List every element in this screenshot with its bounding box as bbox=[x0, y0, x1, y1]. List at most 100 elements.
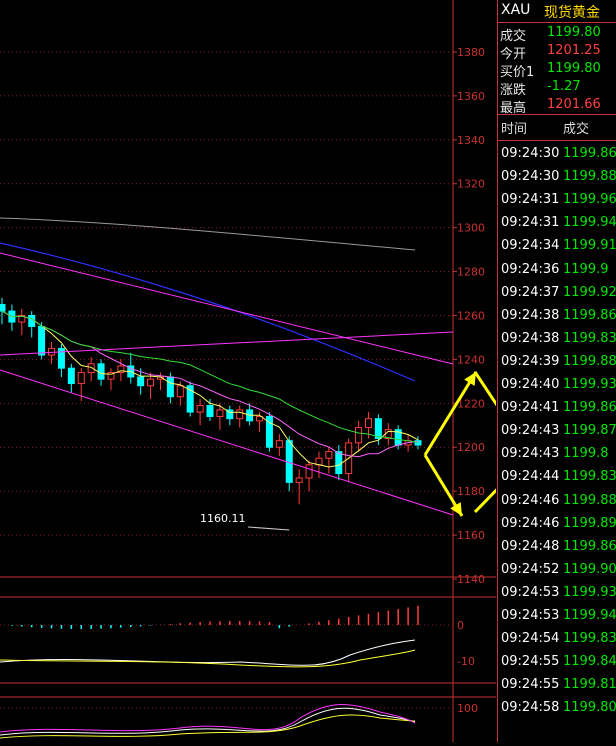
candle-body bbox=[28, 314, 36, 327]
tick-row[interactable]: 09:24:44 1199.83 bbox=[498, 465, 616, 488]
candle-body bbox=[176, 385, 184, 398]
trend-line bbox=[0, 369, 454, 516]
tick-row[interactable]: 09:24:54 1199.83 bbox=[498, 627, 616, 650]
symbol-code: XAU bbox=[501, 2, 531, 18]
tick-time: 09:24:38 bbox=[501, 330, 560, 346]
candle-body bbox=[355, 426, 363, 444]
tick-price: 1199.86 bbox=[563, 146, 616, 161]
tick-row[interactable]: 09:24:34 1199.91 bbox=[498, 234, 616, 257]
tick-row[interactable]: 09:24:46 1199.88 bbox=[498, 489, 616, 512]
tick-row[interactable]: 09:24:55 1199.84 bbox=[498, 650, 616, 673]
tick-time: 09:24:55 bbox=[501, 654, 560, 670]
candle-body bbox=[196, 405, 204, 413]
y-tick-label: 1220 bbox=[457, 397, 485, 410]
tick-price: 1199.91 bbox=[563, 238, 616, 254]
tick-row[interactable]: 09:24:31 1199.96 bbox=[498, 188, 616, 211]
tick-row[interactable]: 09:24:38 1199.86 bbox=[498, 304, 616, 327]
tick-row[interactable]: 09:24:55 1199.81 bbox=[498, 673, 616, 696]
candlestick-chart[interactable]: 1380 1360 1340 1320 1300 1280 1260 1240 1220 1200… bbox=[0, 0, 592, 742]
tick-price: 1199.81 bbox=[563, 677, 616, 693]
tick-price: 1199.93 bbox=[563, 377, 616, 392]
macd-axis-label: 0 bbox=[457, 619, 464, 632]
tick-time: 09:24:31 bbox=[501, 192, 560, 208]
tick-row[interactable]: 09:24:40 1199.93 bbox=[498, 373, 616, 396]
tick-time: 09:24:43 bbox=[501, 423, 560, 439]
ma-line bbox=[1, 310, 419, 468]
candle-body bbox=[166, 376, 174, 398]
kdj-k bbox=[0, 707, 416, 736]
tick-row[interactable]: 09:24:30 1199.86 bbox=[498, 142, 616, 165]
chart-canvas: 1380 1360 1340 1320 1300 1280 1260 1240 1220 1200… bbox=[0, 0, 592, 742]
tick-time: 09:24:44 bbox=[501, 469, 560, 485]
tick-time: 09:24:30 bbox=[501, 169, 560, 185]
quote-row: 最高 1201.66 bbox=[498, 96, 616, 116]
quote-value: 1199.80 bbox=[547, 25, 601, 40]
y-tick-label: 1260 bbox=[457, 309, 485, 322]
tick-row[interactable]: 09:24:43 1199.8 bbox=[498, 442, 616, 465]
tick-row[interactable]: 09:24:52 1199.90 bbox=[498, 558, 616, 581]
tick-time: 09:24:38 bbox=[501, 307, 560, 323]
quote-value: -1.27 bbox=[547, 79, 581, 94]
y-tick-label: 1340 bbox=[457, 134, 485, 147]
tick-price: 1199.90 bbox=[563, 561, 616, 577]
quote-value: 1201.66 bbox=[547, 97, 601, 112]
y-tick-label: 1160 bbox=[457, 529, 485, 542]
candle-body bbox=[295, 477, 303, 483]
tick-time: 09:24:40 bbox=[501, 377, 560, 392]
quote-row: 今开 1201.25 bbox=[498, 42, 616, 62]
tick-row[interactable]: 09:24:36 1199.9 bbox=[498, 258, 616, 281]
tick-row[interactable]: 09:24:31 1199.94 bbox=[498, 211, 616, 234]
tick-time: 09:24:36 bbox=[501, 261, 560, 277]
tick-row[interactable]: 09:24:37 1199.92 bbox=[498, 281, 616, 304]
tick-price: 1199.86 bbox=[563, 400, 616, 416]
divider bbox=[498, 140, 616, 141]
candle-body bbox=[48, 347, 56, 356]
y-tick-label: 1200 bbox=[457, 441, 485, 454]
tick-time: 09:24:34 bbox=[501, 238, 560, 254]
candle-body bbox=[374, 418, 382, 439]
tick-time: 09:24:43 bbox=[501, 446, 560, 462]
tick-price: 1199.89 bbox=[563, 515, 616, 531]
tick-row[interactable]: 09:24:41 1199.86 bbox=[498, 396, 616, 419]
candle-body bbox=[67, 367, 75, 385]
trend-line bbox=[0, 331, 454, 356]
tick-row[interactable]: 09:24:38 1199.83 bbox=[498, 327, 616, 350]
quote-panel: XAU 现货黄金 成交 1199.80 今开 1201.25 买价1 1199.80 涨跌 -… bbox=[497, 0, 616, 742]
tick-price: 1199.83 bbox=[563, 631, 616, 647]
tick-row[interactable]: 09:24:43 1199.87 bbox=[498, 419, 616, 442]
macd-axis-label: -10 bbox=[457, 655, 475, 668]
tick-row[interactable]: 09:24:58 1199.80 bbox=[498, 696, 616, 719]
divider bbox=[498, 114, 616, 115]
tick-time: 09:24:31 bbox=[501, 215, 560, 231]
y-tick-label: 1140 bbox=[457, 573, 485, 586]
tick-price: 1199.83 bbox=[563, 469, 616, 485]
ma-line-long bbox=[0, 217, 416, 251]
quote-value: 1199.80 bbox=[547, 61, 601, 76]
ma-line bbox=[1, 310, 419, 443]
tick-row[interactable]: 09:24:39 1199.88 bbox=[498, 350, 616, 373]
tick-price: 1199.92 bbox=[563, 284, 616, 300]
tick-row[interactable]: 09:24:30 1199.88 bbox=[498, 165, 616, 188]
kdj-axis-label: 100 bbox=[457, 702, 478, 715]
tick-row[interactable]: 09:24:53 1199.93 bbox=[498, 581, 616, 604]
tick-row[interactable]: 09:24:53 1199.94 bbox=[498, 604, 616, 627]
candle-body bbox=[38, 325, 46, 356]
quote-value: 1201.25 bbox=[547, 43, 601, 58]
tick-price: 1199.93 bbox=[563, 584, 616, 600]
tick-row[interactable]: 09:24:48 1199.86 bbox=[498, 535, 616, 558]
tick-price: 1199.84 bbox=[563, 654, 616, 670]
y-tick-label: 1380 bbox=[457, 46, 485, 59]
candle-body bbox=[335, 451, 343, 475]
tick-price: 1199.94 bbox=[563, 215, 616, 231]
tick-time: 09:24:46 bbox=[501, 492, 560, 508]
candle-body bbox=[97, 363, 105, 380]
tick-time: 09:24:58 bbox=[501, 700, 560, 716]
tick-row[interactable]: 09:24:46 1199.89 bbox=[498, 512, 616, 535]
tick-price: 1199.88 bbox=[563, 353, 616, 369]
tick-price: 1199.8 bbox=[563, 446, 609, 462]
y-tick-label: 1240 bbox=[457, 353, 485, 366]
time-column-header: 时间 bbox=[501, 122, 528, 137]
candle-body bbox=[216, 409, 224, 417]
tick-price: 1199.88 bbox=[563, 492, 616, 508]
candle-body bbox=[147, 378, 155, 387]
